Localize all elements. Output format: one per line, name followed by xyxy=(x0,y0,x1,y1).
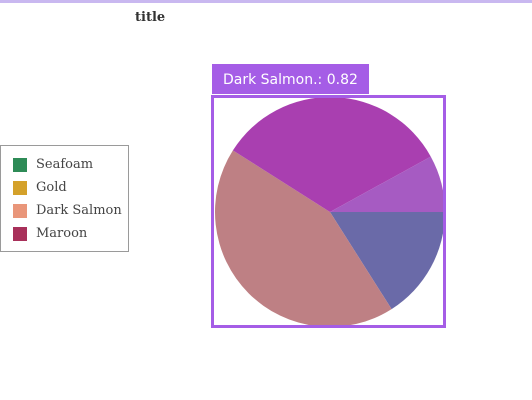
legend-label: Dark Salmon xyxy=(36,203,122,218)
legend-label: Seafoam xyxy=(36,157,94,172)
highlight-label: Dark Salmon.: 0.82 xyxy=(212,64,369,94)
highlight-box xyxy=(211,95,446,328)
legend-swatch xyxy=(13,158,27,172)
legend-swatch xyxy=(13,204,27,218)
legend-label: Gold xyxy=(36,180,67,195)
legend-swatch xyxy=(13,181,27,195)
legend-label: Maroon xyxy=(36,226,88,241)
legend: Seafoam Gold Dark Salmon Maroon xyxy=(0,145,129,252)
legend-swatch xyxy=(13,227,27,241)
